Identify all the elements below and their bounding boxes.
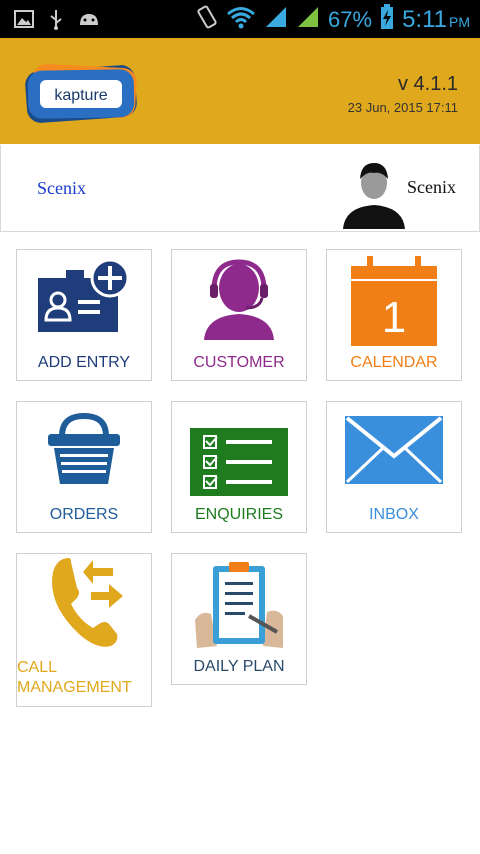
clock: 5:11 bbox=[402, 5, 447, 33]
wifi-icon bbox=[226, 5, 256, 34]
image-icon bbox=[14, 10, 34, 33]
orders-tile[interactable]: ORDERS bbox=[16, 401, 152, 533]
call-management-label-line1: CALL bbox=[17, 659, 58, 676]
clock-ampm: PM bbox=[449, 13, 470, 30]
company-name: Scenix bbox=[37, 178, 86, 198]
calendar-label: CALENDAR bbox=[350, 354, 438, 371]
status-bar: 67% 5:11 PM bbox=[0, 0, 480, 38]
battery-percent: 67% bbox=[328, 6, 373, 32]
vibrate-icon bbox=[196, 4, 218, 35]
battery-charging-icon bbox=[380, 4, 394, 35]
avatar[interactable] bbox=[341, 157, 407, 229]
mail-envelope-icon bbox=[345, 416, 443, 489]
logo-text: kapture bbox=[54, 87, 107, 104]
usb-icon bbox=[48, 8, 64, 35]
inbox-tile[interactable]: INBOX bbox=[326, 401, 462, 533]
customer-tile[interactable]: CUSTOMER bbox=[171, 249, 307, 381]
android-icon bbox=[78, 11, 100, 32]
add-entry-label: ADD ENTRY bbox=[37, 354, 131, 371]
user-info-bar: Scenix Scenix bbox=[0, 145, 480, 232]
call-management-label-line2: MANAGEMENT bbox=[17, 679, 132, 696]
headset-agent-icon bbox=[194, 256, 284, 345]
signal-icon bbox=[296, 5, 320, 34]
customer-label: CUSTOMER bbox=[193, 354, 285, 371]
call-management-label: CALL MANAGEMENT bbox=[17, 658, 151, 698]
inbox-label: INBOX bbox=[369, 506, 419, 523]
daily-plan-tile[interactable]: DAILY PLAN bbox=[171, 553, 307, 685]
enquiries-tile[interactable]: ENQUIRIES bbox=[171, 401, 307, 533]
daily-plan-label: DAILY PLAN bbox=[193, 658, 285, 675]
app-version: v 4.1.1 bbox=[397, 73, 458, 95]
user-name: Scenix bbox=[407, 177, 456, 197]
add-contact-card-icon bbox=[34, 256, 134, 343]
orders-label: ORDERS bbox=[49, 506, 119, 523]
app-header: kapture v 4.1.1 23 Jun, 2015 17:11 bbox=[0, 38, 480, 144]
calendar-day: 1 bbox=[382, 293, 406, 342]
calendar-tile[interactable]: 1 CALENDAR bbox=[326, 249, 462, 381]
signal-icon bbox=[264, 5, 288, 34]
enquiries-label: ENQUIRIES bbox=[194, 506, 283, 523]
kapture-logo: kapture bbox=[22, 60, 140, 124]
add-entry-tile[interactable]: ADD ENTRY bbox=[16, 249, 152, 381]
clipboard-plan-icon bbox=[193, 560, 285, 655]
call-management-tile[interactable]: CALL MANAGEMENT bbox=[16, 553, 152, 707]
basket-icon bbox=[44, 408, 124, 493]
checklist-icon bbox=[190, 428, 288, 501]
sync-datetime: 23 Jun, 2015 17:11 bbox=[347, 100, 458, 115]
calendar-icon: 1 bbox=[349, 256, 439, 353]
phone-transfer-icon bbox=[39, 554, 129, 657]
